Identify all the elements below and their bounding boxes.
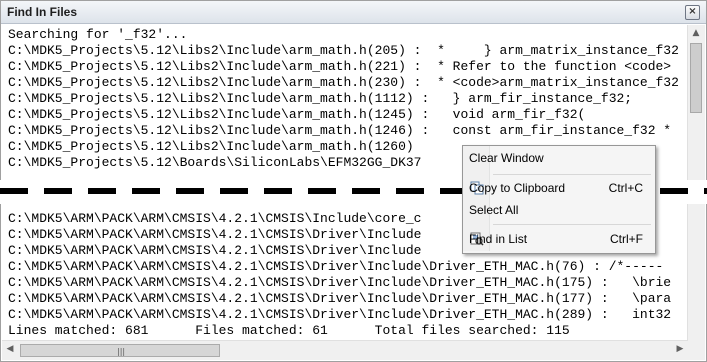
output-line[interactable]: C:\MDK5_Projects\5.12\Libs2\Include\arm_… [8,59,671,75]
output-line[interactable]: C:\MDK5_Projects\5.12\Libs2\Include\arm_… [8,123,671,139]
output-line[interactable]: C:\MDK5_Projects\5.12\Libs2\Include\arm_… [8,91,632,107]
menu-shortcut: Ctrl+C [608,181,643,195]
output-line[interactable]: C:\MDK5\ARM\PACK\ARM\CMSIS\4.2.1\CMSIS\D… [8,291,671,307]
horizontal-scrollbar[interactable]: ◀ ||| ▶ [2,340,688,360]
scrollbar-corner [688,341,705,360]
menu-separator [493,224,651,225]
menu-item-find-in-list[interactable]: Find in List Ctrl+F [464,228,654,250]
close-button[interactable]: × [685,5,700,20]
summary-line: Lines matched: 681 Files matched: 61 Tot… [8,323,570,338]
menu-item-label: Select All [469,203,519,217]
vertical-scroll-thumb[interactable] [690,43,702,113]
context-menu: Clear Window Copy to Clipboard Ctrl+C Se… [462,145,656,254]
title-bar: Find In Files × [1,1,706,24]
horizontal-scroll-thumb[interactable]: ||| [20,344,220,357]
output-line[interactable]: C:\MDK5\ARM\PACK\ARM\CMSIS\4.2.1\CMSIS\D… [8,275,671,291]
menu-item-copy-to-clipboard[interactable]: Copy to Clipboard Ctrl+C [464,177,654,199]
output-line[interactable]: C:\MDK5\ARM\PACK\ARM\CMSIS\4.2.1\CMSIS\D… [8,307,671,323]
scroll-up-arrow-icon[interactable]: ▲ [688,25,704,42]
menu-item-label: Copy to Clipboard [469,181,566,195]
grip-icon: ||| [117,347,126,356]
menu-separator [493,174,651,175]
output-line[interactable]: C:\MDK5_Projects\5.12\Libs2\Include\arm_… [8,75,679,91]
window-title: Find In Files [7,5,78,19]
menu-shortcut: Ctrl+F [610,232,643,246]
scroll-right-arrow-icon[interactable]: ▶ [672,341,688,358]
menu-item-label: Clear Window [469,151,544,165]
output-line[interactable]: C:\MDK5_Projects\5.12\Libs2\Include\arm_… [8,139,414,155]
output-line[interactable]: C:\MDK5\ARM\PACK\ARM\CMSIS\4.2.1\CMSIS\D… [8,259,663,275]
output-line[interactable]: Searching for '_f32'... [8,27,187,43]
menu-item-clear-window[interactable]: Clear Window [464,147,654,169]
scroll-left-arrow-icon[interactable]: ◀ [2,341,18,358]
output-line[interactable]: C:\MDK5_Projects\5.12\Libs2\Include\arm_… [8,107,585,123]
menu-item-label: Find in List [469,232,528,246]
output-line[interactable]: C:\MDK5_Projects\5.12\Libs2\Include\arm_… [8,43,679,59]
menu-item-select-all[interactable]: Select All [464,199,654,221]
